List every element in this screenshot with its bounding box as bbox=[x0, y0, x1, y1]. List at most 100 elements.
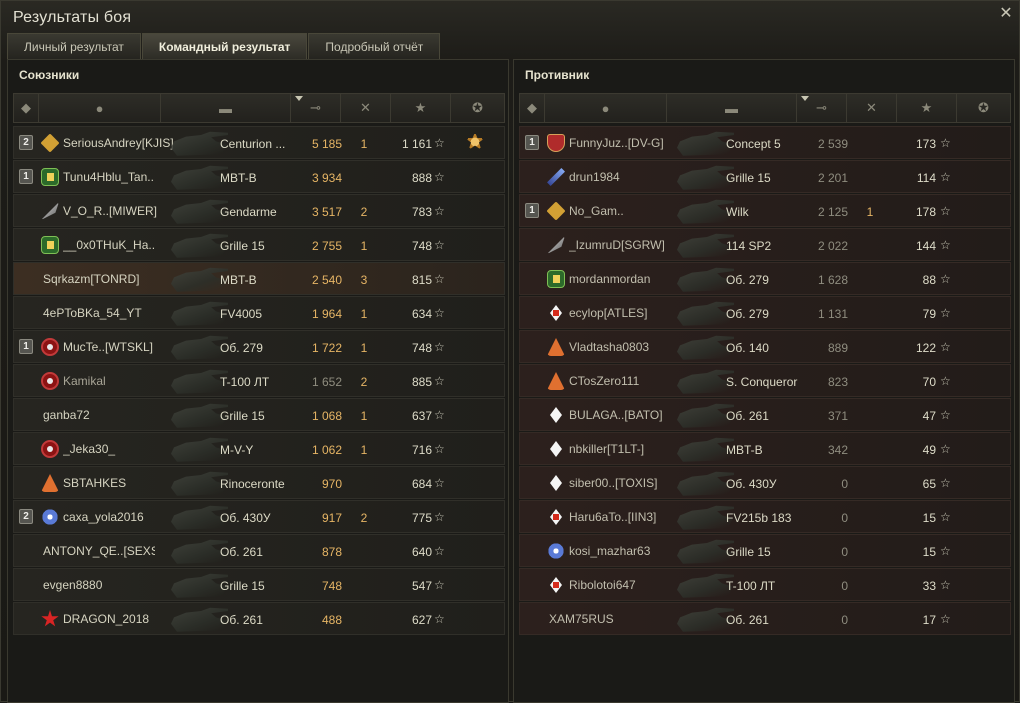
clan-badge-icon bbox=[547, 270, 565, 288]
medal-icon[interactable]: ✪ bbox=[957, 94, 1010, 122]
player-name[interactable]: ganba72 bbox=[43, 408, 155, 422]
player-name[interactable]: __0x0THuK_Ha.. bbox=[63, 238, 175, 252]
player-row[interactable]: drun1984 Grille 15 2 201 114 ☆ bbox=[519, 160, 1011, 193]
tank-name: Grille 15 bbox=[220, 239, 265, 253]
player-row[interactable]: ecylop[ATLES] Об. 279 1 131 79 ☆ bbox=[519, 296, 1011, 329]
player-row[interactable]: Kamikal T-100 ЛТ 1 652 2 885 ☆ bbox=[13, 364, 505, 397]
player-name[interactable]: nbkiller[T1LT-] bbox=[569, 442, 681, 456]
player-name[interactable]: FunnyJuz..[DV-G] bbox=[569, 136, 681, 150]
player-name[interactable]: Ribolotoi647 bbox=[569, 578, 681, 592]
player-row[interactable]: Haru6aTo..[IIN3] FV215b 183 0 15 ☆ bbox=[519, 500, 1011, 533]
player-name[interactable]: drun1984 bbox=[569, 170, 681, 184]
tank-image-icon bbox=[171, 199, 228, 224]
player-name[interactable]: mordanmordan bbox=[569, 272, 681, 286]
tank-image-icon bbox=[677, 471, 734, 496]
player-row[interactable]: kosi_mazhar63 Grille 15 0 15 ☆ bbox=[519, 534, 1011, 567]
squad-icon[interactable]: ◆ bbox=[520, 94, 545, 122]
player-row[interactable]: 1 Tunu4Hblu_Tan.. MBT-B 3 934 888 ☆ bbox=[13, 160, 505, 193]
xp-star-icon[interactable]: ★ bbox=[391, 94, 451, 122]
clan-badge-icon bbox=[41, 202, 59, 220]
player-name[interactable]: MucTe..[WTSKL] bbox=[63, 340, 175, 354]
player-name[interactable]: 4ePToBKa_54_YT bbox=[43, 306, 155, 320]
player-name[interactable]: No_Gam.. bbox=[569, 204, 681, 218]
player-name[interactable]: XAM75RUS bbox=[549, 612, 661, 626]
medal-icon[interactable] bbox=[465, 132, 485, 150]
player-row[interactable]: __0x0THuK_Ha.. Grille 15 2 755 1 748 ☆ bbox=[13, 228, 505, 261]
player-row[interactable]: 1 MucTe..[WTSKL] Об. 279 1 722 1 748 ☆ bbox=[13, 330, 505, 363]
player-row[interactable]: Vladtasha0803 Об. 140 889 122 ☆ bbox=[519, 330, 1011, 363]
player-name[interactable]: siber00..[TOXIS] bbox=[569, 476, 681, 490]
tank-icon[interactable]: ▬ bbox=[161, 94, 291, 122]
player-row[interactable]: XAM75RUS Об. 261 0 17 ☆ bbox=[519, 602, 1011, 635]
player-row[interactable]: nbkiller[T1LT-] MBT-B 342 49 ☆ bbox=[519, 432, 1011, 465]
player-row[interactable]: BULAGA..[BATO] Об. 261 371 47 ☆ bbox=[519, 398, 1011, 431]
player-name[interactable]: CTosZero111 bbox=[569, 374, 681, 388]
kills-icon[interactable]: ✕ bbox=[341, 94, 391, 122]
player-name[interactable]: Kamikal bbox=[63, 374, 175, 388]
player-row[interactable]: CTosZero111 S. Conqueror 823 70 ☆ bbox=[519, 364, 1011, 397]
damage-value: 1 068 bbox=[311, 409, 342, 423]
player-name[interactable]: Sqrkazm[TONRD] bbox=[43, 272, 155, 286]
player-name[interactable]: ANTONY_QE..[SEXSI] bbox=[43, 544, 155, 558]
player-name[interactable]: BULAGA..[BATO] bbox=[569, 408, 681, 422]
allies-panel: Союзники ◆ ● ▬ ⊸ ✕ ★ ✪ 2 SeriousAndrey[KJ… bbox=[7, 59, 509, 703]
player-row[interactable]: _Jeka30_ M-V-Y 1 062 1 716 ☆ bbox=[13, 432, 505, 465]
tab-detailed[interactable]: Подробный отчёт bbox=[308, 33, 441, 59]
player-row[interactable]: 1 No_Gam.. Wilk 2 125 1 178 ☆ bbox=[519, 194, 1011, 227]
player-name[interactable]: Vladtasha0803 bbox=[569, 340, 681, 354]
player-name[interactable]: Haru6aTo..[IIN3] bbox=[569, 510, 681, 524]
tank-image-icon bbox=[171, 301, 228, 326]
player-name[interactable]: Tunu4Hblu_Tan.. bbox=[63, 170, 175, 184]
tab-team[interactable]: Командный результат bbox=[141, 33, 308, 59]
player-name[interactable]: V_O_R..[MIWER] bbox=[63, 204, 175, 218]
player-row[interactable]: ganba72 Grille 15 1 068 1 637 ☆ bbox=[13, 398, 505, 431]
player-row[interactable]: V_O_R..[MIWER] Gendarme 3 517 2 783 ☆ bbox=[13, 194, 505, 227]
player-row[interactable]: 1 FunnyJuz..[DV-G] Concept 5 2 539 173 ☆ bbox=[519, 126, 1011, 159]
player-row[interactable]: evgen8880 Grille 15 748 547 ☆ bbox=[13, 568, 505, 601]
damage-icon[interactable]: ⊸ bbox=[797, 94, 847, 122]
xp-value: 70 bbox=[922, 375, 936, 389]
player-row[interactable]: Sqrkazm[TONRD] MBT-B 2 540 3 815 ☆ bbox=[13, 262, 505, 295]
squad-number-icon: 1 bbox=[525, 203, 539, 218]
player-row[interactable]: _IzumruD[SGRW] 114 SP2 2 022 144 ☆ bbox=[519, 228, 1011, 261]
player-row[interactable]: DRAGON_2018 Об. 261 488 627 ☆ bbox=[13, 602, 505, 635]
player-name[interactable]: ecylop[ATLES] bbox=[569, 306, 681, 320]
player-name[interactable]: kosi_mazhar63 bbox=[569, 544, 681, 558]
damage-value: 342 bbox=[827, 443, 848, 457]
player-name[interactable]: _IzumruD[SGRW] bbox=[569, 238, 681, 252]
player-row[interactable]: 4ePToBKa_54_YT FV4005 1 964 1 634 ☆ bbox=[13, 296, 505, 329]
player-icon[interactable]: ● bbox=[545, 94, 667, 122]
player-row[interactable]: 2 caxa_yola2016 Об. 430У 917 2 775 ☆ bbox=[13, 500, 505, 533]
kills-value: 1 bbox=[360, 137, 368, 151]
damage-value: 0 bbox=[841, 579, 848, 593]
damage-value: 878 bbox=[321, 545, 342, 559]
squad-icon[interactable]: ◆ bbox=[14, 94, 39, 122]
player-row[interactable]: siber00..[TOXIS] Об. 430У 0 65 ☆ bbox=[519, 466, 1011, 499]
kills-icon[interactable]: ✕ bbox=[847, 94, 897, 122]
player-name[interactable]: DRAGON_2018 bbox=[63, 612, 175, 626]
close-icon[interactable]: ✕ bbox=[997, 5, 1015, 23]
player-row[interactable]: ANTONY_QE..[SEXSI] Об. 261 878 640 ☆ bbox=[13, 534, 505, 567]
damage-value: 1 652 bbox=[311, 375, 342, 389]
player-name[interactable]: _Jeka30_ bbox=[63, 442, 175, 456]
player-row[interactable]: SBTAHKES Rinoceronte 970 684 ☆ bbox=[13, 466, 505, 499]
damage-icon[interactable]: ⊸ bbox=[291, 94, 341, 122]
kills-value: 2 bbox=[360, 375, 368, 389]
medal-icon[interactable]: ✪ bbox=[451, 94, 504, 122]
xp-value: 17 bbox=[922, 613, 936, 627]
xp-star-icon[interactable]: ★ bbox=[897, 94, 957, 122]
tab-personal[interactable]: Личный результат bbox=[7, 33, 141, 59]
tank-name: Gendarme bbox=[220, 205, 277, 219]
player-name[interactable]: SBTAHKES bbox=[63, 476, 175, 490]
player-name[interactable]: evgen8880 bbox=[43, 578, 155, 592]
player-name[interactable]: caxa_yola2016 bbox=[63, 510, 175, 524]
player-row[interactable]: Ribolotoi647 T-100 ЛТ 0 33 ☆ bbox=[519, 568, 1011, 601]
xp-value: 47 bbox=[922, 409, 936, 423]
player-row[interactable]: mordanmordan Об. 279 1 628 88 ☆ bbox=[519, 262, 1011, 295]
player-name[interactable]: SeriousAndrey[KJIS] bbox=[63, 136, 175, 150]
tank-icon[interactable]: ▬ bbox=[667, 94, 797, 122]
damage-value: 0 bbox=[841, 511, 848, 525]
clan-badge-icon bbox=[40, 133, 60, 153]
player-row[interactable]: 2 SeriousAndrey[KJIS] Centurion ... 5 185 1 1… bbox=[13, 126, 505, 159]
player-icon[interactable]: ● bbox=[39, 94, 161, 122]
